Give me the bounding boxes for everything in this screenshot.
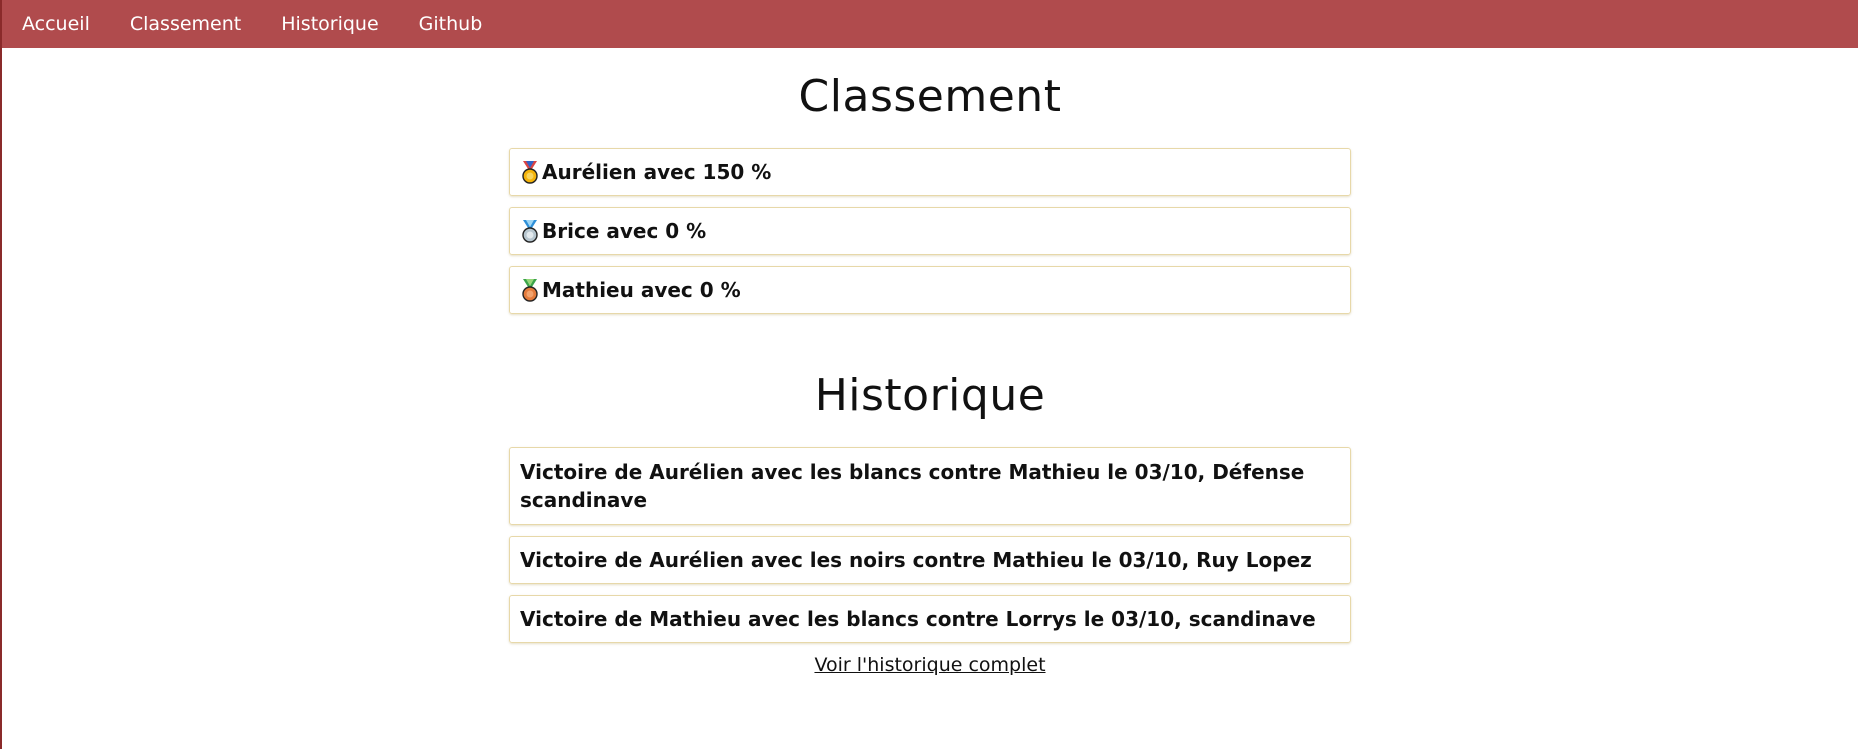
history-entry-text: Victoire de Aurélien avec les blancs con… xyxy=(520,460,1305,512)
history-entry-text: Victoire de Mathieu avec les blancs cont… xyxy=(520,607,1316,631)
history-entry-3: Victoire de Mathieu avec les blancs cont… xyxy=(509,595,1351,643)
nav-accueil[interactable]: Accueil xyxy=(22,13,90,35)
history-entry-1: Victoire de Aurélien avec les blancs con… xyxy=(509,447,1351,525)
ranking-title: Classement xyxy=(798,71,1062,122)
ranking-entry-text: Aurélien avec 150 % xyxy=(542,160,772,184)
history-entry-2: Victoire de Aurélien avec les noirs cont… xyxy=(509,536,1351,584)
nav-historique[interactable]: Historique xyxy=(281,13,378,35)
ranking-entry-3: Mathieu avec 0 % xyxy=(509,266,1351,314)
nav-classement[interactable]: Classement xyxy=(130,13,241,35)
ranking-entry-text: Mathieu avec 0 % xyxy=(542,278,741,302)
nav-github[interactable]: Github xyxy=(419,13,483,35)
gold-medal-icon xyxy=(522,161,538,184)
full-history-link[interactable]: Voir l'historique complet xyxy=(814,654,1045,676)
silver-medal-icon xyxy=(522,220,538,243)
bronze-medal-icon xyxy=(522,279,538,302)
top-navbar: Accueil Classement Historique Github xyxy=(2,0,1858,48)
ranking-entry-1: Aurélien avec 150 % xyxy=(509,148,1351,196)
history-title: Historique xyxy=(814,370,1046,421)
main-content: Classement Aurélien avec 150 % Brice ave… xyxy=(509,48,1351,676)
history-entry-text: Victoire de Aurélien avec les noirs cont… xyxy=(520,548,1312,572)
history-link-container: Voir l'historique complet xyxy=(509,654,1351,676)
ranking-entry-2: Brice avec 0 % xyxy=(509,207,1351,255)
ranking-entry-text: Brice avec 0 % xyxy=(542,219,707,243)
